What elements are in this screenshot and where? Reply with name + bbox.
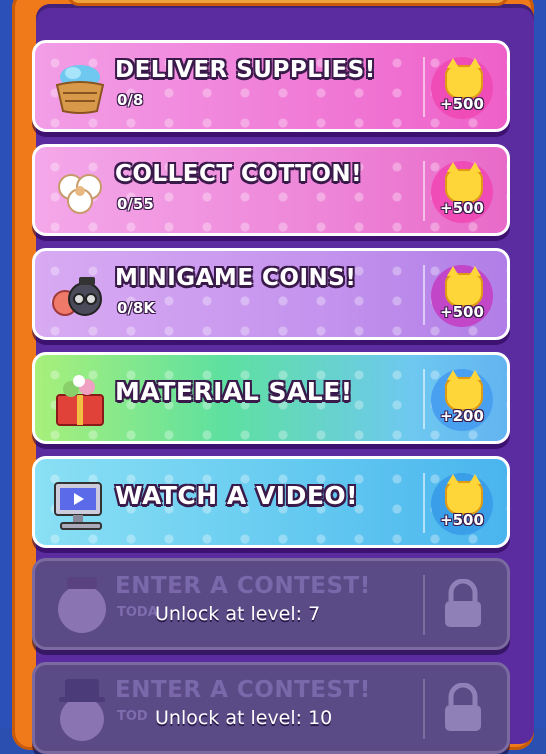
background-right xyxy=(532,0,546,728)
task-progress: 0/55 xyxy=(117,195,154,213)
panel-top-tab xyxy=(67,0,509,6)
lock-icon xyxy=(445,579,481,627)
card-divider xyxy=(423,265,425,325)
task-title: COLLECT COTTON! xyxy=(115,161,363,187)
cotton-icon xyxy=(58,174,102,214)
reward-badge: +200 xyxy=(431,369,493,431)
tophat-cat-icon xyxy=(59,679,105,741)
card-divider xyxy=(423,57,425,117)
task-card-watch-video[interactable]: WATCH A VIDEO! +500 xyxy=(32,456,510,548)
computer-icon xyxy=(54,482,102,530)
basket-icon xyxy=(55,65,105,114)
task-card-collect-cotton[interactable]: COLLECT COTTON! 0/55 +500 xyxy=(32,144,510,236)
task-card-deliver-supplies[interactable]: DELIVER SUPPLIES! 0/8 +500 xyxy=(32,40,510,132)
task-progress: 0/8K xyxy=(117,299,155,317)
coins-icon xyxy=(52,277,102,316)
reward-amount: +500 xyxy=(440,95,484,113)
gift-box-icon xyxy=(56,375,104,426)
task-card-minigame-coins[interactable]: MINIGAME COINS! 0/8K +500 xyxy=(32,248,510,340)
task-title: ENTER A CONTEST! xyxy=(115,677,371,703)
reward-badge: +500 xyxy=(431,473,493,535)
locked-task-enter-contest: ENTER A CONTEST! TOD Unlock at level: 10 xyxy=(32,662,510,754)
card-divider xyxy=(423,369,425,429)
reward-badge: +500 xyxy=(431,161,493,223)
unlock-requirement: Unlock at level: 7 xyxy=(155,603,321,625)
cat-coin-icon xyxy=(445,370,483,411)
task-title: DELIVER SUPPLIES! xyxy=(115,57,376,83)
task-progress: 0/8 xyxy=(117,91,144,109)
card-divider xyxy=(423,575,425,635)
reward-badge: +500 xyxy=(431,57,493,119)
reward-amount: +500 xyxy=(440,199,484,217)
task-title: MATERIAL SALE! xyxy=(115,377,353,406)
cat-coin-icon xyxy=(445,266,483,307)
card-divider xyxy=(423,161,425,221)
card-divider xyxy=(423,679,425,739)
unlock-requirement: Unlock at level: 10 xyxy=(155,707,333,729)
task-title: MINIGAME COINS! xyxy=(115,265,357,291)
reward-badge: +500 xyxy=(431,265,493,327)
task-title: WATCH A VIDEO! xyxy=(115,481,359,510)
lock-icon xyxy=(445,683,481,731)
task-subtitle: TOD xyxy=(117,709,148,724)
cat-coin-icon xyxy=(445,58,483,99)
reward-amount: +200 xyxy=(440,407,484,425)
task-card-material-sale[interactable]: MATERIAL SALE! +200 xyxy=(32,352,510,444)
card-divider xyxy=(423,473,425,533)
cat-coin-icon xyxy=(445,162,483,203)
cat-avatar-icon xyxy=(58,577,106,633)
cat-coin-icon xyxy=(445,474,483,515)
task-title: ENTER A CONTEST! xyxy=(115,573,371,599)
reward-amount: +500 xyxy=(440,511,484,529)
locked-task-enter-contest: ENTER A CONTEST! TODA Unlock at level: 7 xyxy=(32,558,510,650)
task-subtitle: TODA xyxy=(117,605,158,620)
reward-amount: +500 xyxy=(440,303,484,321)
